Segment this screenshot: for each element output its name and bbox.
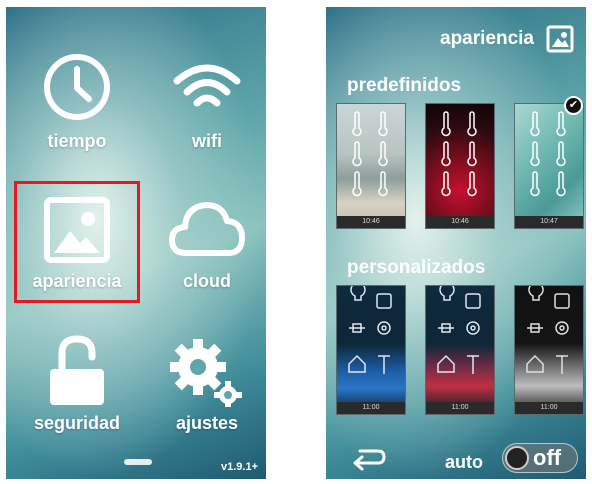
section-predefinidos: predefinidos <box>347 75 462 96</box>
tile-label: tiempo <box>47 131 107 151</box>
section-personalizados: personalizados <box>347 257 486 278</box>
gear-icon <box>170 339 242 407</box>
thumb-time: 10:46 <box>337 216 405 228</box>
auto-label: auto <box>445 452 483 472</box>
theme-thumb-predefinido-2[interactable]: 10:46 <box>425 103 495 229</box>
device-control-grid-icon <box>348 286 392 374</box>
toggle-knob <box>505 446 529 470</box>
tile-ajustes[interactable]: ajustes <box>152 335 262 445</box>
toggle-label: off <box>533 445 562 470</box>
home-indicator[interactable] <box>124 459 152 465</box>
thumb-time: 10:47 <box>515 216 583 228</box>
return-arrow-icon[interactable] <box>352 445 386 471</box>
theme-thumb-predefinido-1[interactable]: 10:46 <box>336 103 406 229</box>
main-menu-screen: tiempo wifi apariencia cloud seguridad a… <box>6 7 266 479</box>
tile-wifi[interactable]: wifi <box>152 51 262 161</box>
device-control-grid-icon <box>437 286 481 374</box>
thumb-time: 11:00 <box>337 402 405 414</box>
tile-seguridad[interactable]: seguridad <box>22 335 132 445</box>
tile-label: ajustes <box>175 413 239 433</box>
selection-highlight <box>14 181 140 303</box>
cloud-icon <box>169 202 245 256</box>
tile-tiempo[interactable]: tiempo <box>22 51 132 161</box>
thumb-time: 11:00 <box>426 402 494 414</box>
unlock-icon <box>50 335 104 405</box>
thumb-time: 11:00 <box>515 402 583 414</box>
image-icon <box>546 25 574 53</box>
page-title: apariencia <box>440 28 534 49</box>
theme-thumb-predefinido-3[interactable]: 10:47 <box>514 103 584 229</box>
check-icon: ✔ <box>564 96 583 115</box>
version-label: v1.9.1+ <box>220 461 258 473</box>
auto-toggle[interactable]: off <box>502 443 578 473</box>
thermostat-grid-icon <box>441 111 477 197</box>
theme-thumb-personalizado-3[interactable]: 11:00 <box>514 285 584 415</box>
tile-label: seguridad <box>33 413 121 433</box>
thumb-time: 10:46 <box>426 216 494 228</box>
wifi-icon <box>173 64 241 107</box>
tile-label: cloud <box>183 271 231 291</box>
thermostat-grid-icon <box>352 111 388 197</box>
device-control-grid-icon <box>526 286 570 374</box>
thermostat-grid-icon <box>530 111 566 197</box>
appearance-screen: apariencia predefinidos 10:46 10:46 10:4… <box>326 7 586 479</box>
theme-thumb-personalizado-1[interactable]: 11:00 <box>336 285 406 415</box>
theme-thumb-personalizado-2[interactable]: 11:00 <box>425 285 495 415</box>
tile-cloud[interactable]: cloud <box>152 195 262 305</box>
tile-label: wifi <box>192 131 222 151</box>
clock-icon <box>44 54 110 120</box>
